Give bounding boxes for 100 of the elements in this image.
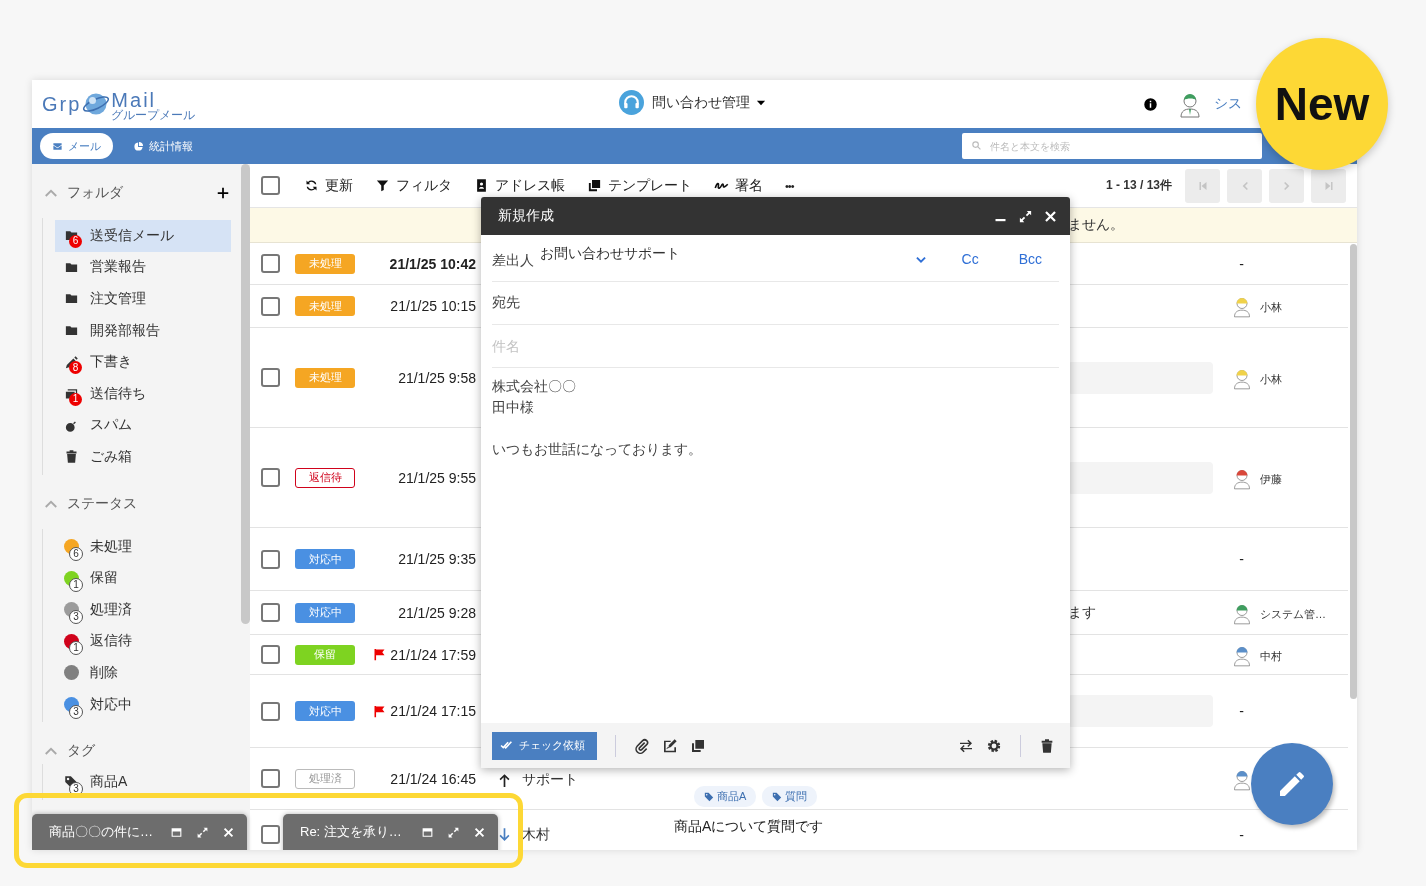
app-switcher[interactable]: 問い合わせ管理 xyxy=(619,90,768,115)
user-name[interactable]: シス xyxy=(1214,95,1242,113)
snippet-text: ます xyxy=(1068,603,1096,622)
toolbar-button[interactable]: フィルタ xyxy=(375,176,452,195)
nav-tab[interactable]: 統計情報 xyxy=(121,133,205,159)
count-badge: 8 xyxy=(69,361,82,375)
message-body-field[interactable]: 株式会社〇〇 田中様 いつもお世話になっております。 xyxy=(481,368,1070,723)
sidebar-item[interactable]: 1 保留 xyxy=(55,562,231,594)
empty-assignee: - xyxy=(1239,255,1244,272)
toolbar-button[interactable]: 更新 xyxy=(304,176,353,195)
draft-title: 商品〇〇の件に… xyxy=(49,823,153,841)
badge-text: New xyxy=(1274,77,1370,131)
restore-icon[interactable] xyxy=(421,825,434,839)
toolbar-button[interactable]: 署名 xyxy=(714,176,763,195)
date-text: 21/1/24 17:59 xyxy=(390,646,476,663)
add-icon[interactable] xyxy=(216,186,230,200)
section-title: フォルダ xyxy=(67,184,123,202)
minimized-draft[interactable]: Re: 注文を承り… xyxy=(283,814,498,850)
assignee-name: 伊藤 xyxy=(1260,472,1282,485)
sidebar-item[interactable]: スパム xyxy=(55,409,231,442)
scrollbar[interactable] xyxy=(1350,244,1357,699)
logo-text: Grp xyxy=(42,94,82,114)
tag-icon xyxy=(704,791,714,802)
row-checkbox[interactable] xyxy=(261,825,280,844)
row-checkbox[interactable] xyxy=(261,769,280,788)
sidebar-item[interactable]: 3 対応中 xyxy=(55,688,231,721)
sidebar-item[interactable]: 1 返信待 xyxy=(55,625,231,658)
logo-text: Mail xyxy=(111,89,156,110)
notice-text: ません。 xyxy=(1068,216,1124,234)
sidebar-item[interactable]: 8 下書き xyxy=(55,346,231,378)
subject-text: 商品Aについて質問です xyxy=(674,818,825,836)
section-title: タグ xyxy=(67,742,95,761)
sidebar-item[interactable]: 1 送信待ち xyxy=(55,377,231,410)
compose-button[interactable] xyxy=(1251,743,1333,825)
sender-select[interactable]: お問い合わせサポート xyxy=(540,245,680,263)
row-checkbox[interactable] xyxy=(261,254,280,273)
toolbar-button[interactable]: テンプレート xyxy=(587,176,692,195)
refresh-icon xyxy=(304,178,319,193)
sender-name: サポート xyxy=(522,771,578,789)
toolbar-button[interactable]: アドレス帳 xyxy=(474,176,565,195)
sidebar-item[interactable]: 3 処理済 xyxy=(55,593,231,626)
sidebar-item[interactable]: 開発部報告 xyxy=(55,314,231,347)
date-text: 21/1/24 17:15 xyxy=(390,703,476,719)
search-field[interactable]: 件名と本文を検索 xyxy=(962,133,1262,159)
sidebar-item[interactable]: 営業報告 xyxy=(55,251,231,284)
trash-icon[interactable] xyxy=(1039,737,1055,754)
info-icon[interactable] xyxy=(1143,96,1158,112)
tag-icon xyxy=(772,791,783,802)
row-checkbox[interactable] xyxy=(261,549,280,569)
body-line: いつもお世話になっております。 xyxy=(492,440,702,459)
scrollbar[interactable] xyxy=(241,164,250,624)
paperclip-icon[interactable] xyxy=(634,737,650,754)
sidebar-item[interactable]: 3 商品A xyxy=(55,766,231,798)
body-line: 株式会社〇〇 xyxy=(492,377,576,396)
cc-link[interactable]: Cc xyxy=(961,251,979,267)
row-checkbox[interactable] xyxy=(261,296,280,316)
status-tag[interactable]: 返信待 xyxy=(295,467,355,488)
select-all-checkbox[interactable] xyxy=(261,176,280,195)
restore-icon[interactable] xyxy=(170,825,183,839)
date-text: 21/1/25 9:58 xyxy=(398,369,476,386)
row-checkbox[interactable] xyxy=(261,468,280,487)
assignee-name: システム管… xyxy=(1260,607,1326,620)
tag-chip[interactable]: 質問 xyxy=(762,786,818,807)
assignee-name: 中村 xyxy=(1260,649,1282,662)
trash-icon xyxy=(64,449,79,465)
row-checkbox[interactable] xyxy=(261,701,280,721)
tag-chip[interactable]: 商品A xyxy=(694,786,757,807)
date-text: 21/1/25 9:55 xyxy=(398,469,476,486)
recipient-field[interactable]: 宛先 xyxy=(492,282,1059,325)
sidebar-item[interactable]: 削除 xyxy=(55,657,231,689)
sidebar-item[interactable]: 6 未処理 xyxy=(55,530,231,563)
contact-card-icon xyxy=(474,178,489,193)
settings-icon[interactable] xyxy=(986,737,1002,754)
minimized-draft[interactable]: 商品〇〇の件に… xyxy=(32,814,247,850)
count-badge: 1 xyxy=(69,641,83,656)
close-icon[interactable] xyxy=(1043,208,1058,224)
date-text: 21/1/24 16:45 xyxy=(390,770,476,787)
date-text: 21/1/25 9:35 xyxy=(398,551,476,567)
date-text: 21/1/25 10:15 xyxy=(390,298,476,314)
bcc-link[interactable]: Bcc xyxy=(1018,251,1042,267)
headset-icon xyxy=(619,90,644,115)
draft-title: Re: 注文を承り… xyxy=(300,823,402,841)
sidebar-item[interactable]: ごみ箱 xyxy=(55,441,231,473)
copy-icon[interactable] xyxy=(690,737,706,754)
edit-document-icon[interactable] xyxy=(662,737,678,754)
expand-icon[interactable] xyxy=(1018,208,1033,224)
search-icon xyxy=(971,140,982,151)
sender-name: 木村 xyxy=(522,825,550,844)
sidebar-item[interactable]: 6 送受信メール xyxy=(55,220,231,252)
nav-tab[interactable]: メール xyxy=(40,133,113,159)
copy-icon xyxy=(587,178,602,193)
row-checkbox[interactable] xyxy=(261,368,280,387)
sidebar-item[interactable]: 注文管理 xyxy=(55,283,231,315)
row-checkbox[interactable] xyxy=(261,603,280,622)
count-badge: 1 xyxy=(69,578,83,593)
swap-icon[interactable] xyxy=(958,737,974,754)
empty-assignee: - xyxy=(1239,703,1244,719)
row-checkbox[interactable] xyxy=(261,645,280,664)
toolbar-button[interactable]: ••• xyxy=(785,179,794,192)
check-request-button[interactable]: チェック依頼 xyxy=(492,731,597,760)
